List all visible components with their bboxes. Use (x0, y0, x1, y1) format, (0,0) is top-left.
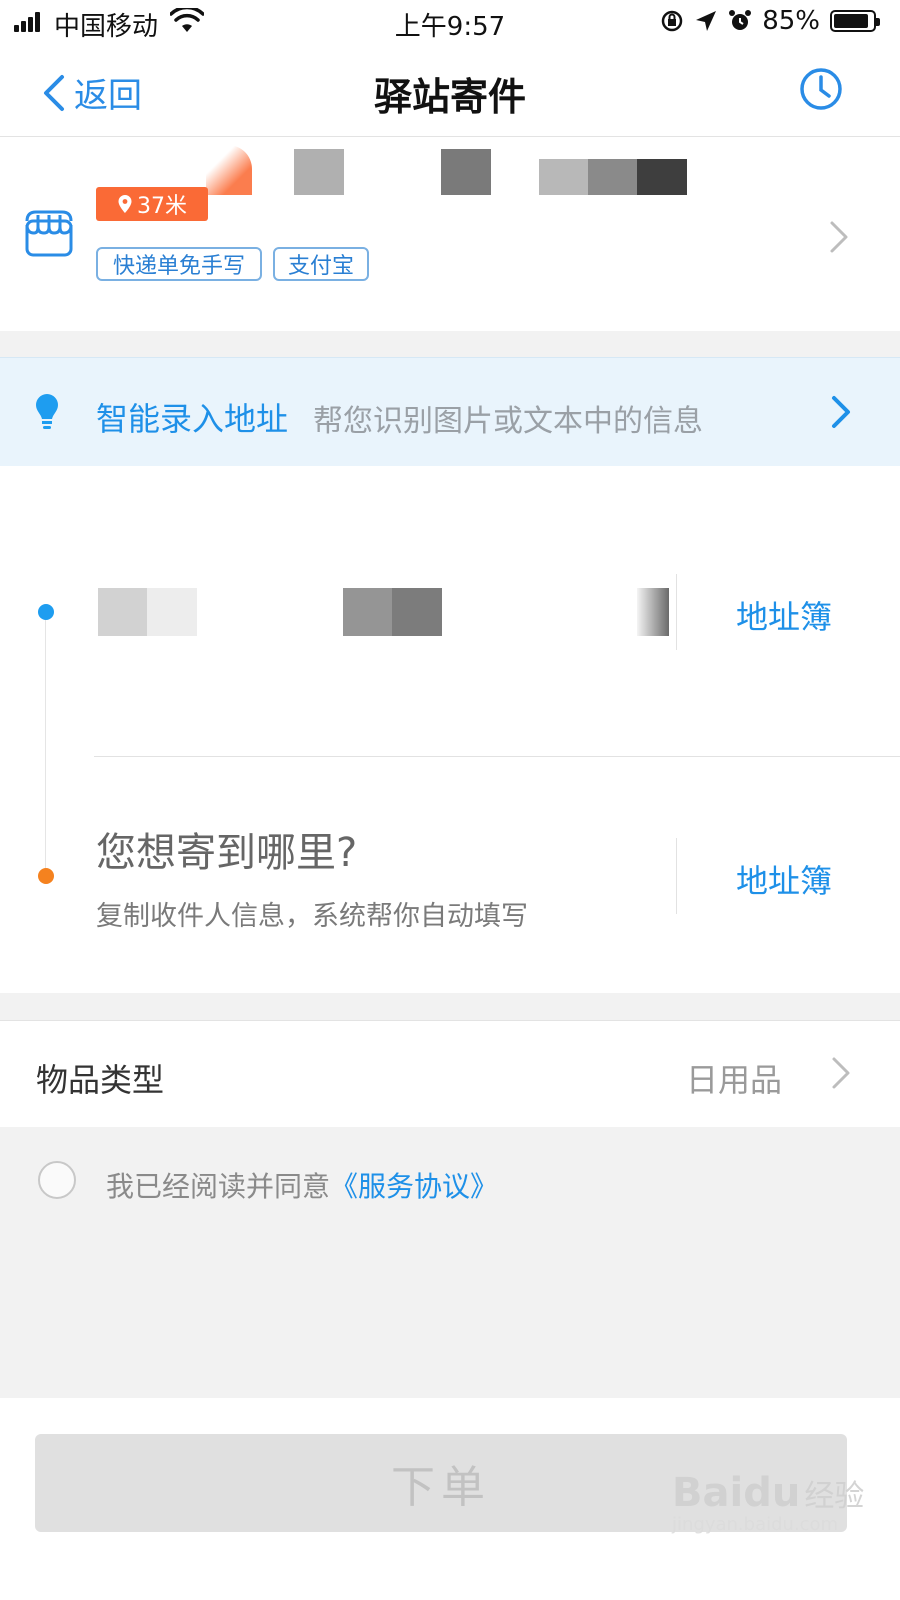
agreement-area: 我已经阅读并同意《服务协议》 (0, 1127, 900, 1398)
section-divider (0, 993, 900, 1020)
battery-percent: 85% (762, 6, 820, 36)
smart-address-input-row[interactable]: 智能录入地址 帮您识别图片或文本中的信息 (0, 357, 900, 467)
chevron-right-icon (832, 1057, 850, 1089)
battery-icon (830, 10, 880, 32)
redacted-block (637, 159, 687, 195)
location-pin-icon (118, 195, 132, 213)
recipient-address-book-button[interactable]: 地址簿 (736, 856, 832, 902)
section-divider (0, 331, 900, 357)
location-arrow-icon (696, 11, 717, 31)
nav-bar: 返回 驿站寄件 (0, 44, 900, 137)
smart-input-label: 智能录入地址 (96, 400, 289, 438)
watermark-suffix: 经验 (804, 1479, 865, 1514)
bottom-bar: 下单 Baidu 经验 jingyan.baidu.com (0, 1398, 900, 1600)
watermark-url: jingyan.baidu.com (672, 1514, 839, 1535)
redacted-station-name (206, 145, 252, 195)
chevron-right-icon (832, 396, 850, 428)
redacted-block (539, 159, 589, 195)
goods-type-label: 物品类型 (36, 1061, 165, 1099)
store-icon (25, 210, 73, 257)
divider-vertical (676, 838, 677, 914)
divider-horizontal (94, 756, 900, 757)
distance-text: 37米 (137, 194, 187, 219)
agreement-text: 我已经阅读并同意《服务协议》 (106, 1165, 498, 1205)
goods-type-value: 日用品 (685, 1061, 782, 1099)
sender-dot (38, 604, 54, 620)
rotation-lock-icon (661, 10, 683, 32)
service-agreement-link[interactable]: 《服务协议》 (330, 1170, 498, 1203)
lightbulb-icon (36, 394, 58, 429)
history-clock-icon[interactable] (798, 66, 844, 112)
redacted-block (392, 588, 442, 636)
recipient-dot (38, 868, 54, 884)
distance-badge: 37米 (96, 187, 208, 221)
smart-input-hint: 帮您识别图片或文本中的信息 (313, 404, 703, 439)
station-card[interactable]: 37米 快递单免手写 支付宝 (0, 137, 900, 331)
alarm-icon (729, 10, 752, 30)
agreement-checkbox[interactable] (38, 1161, 76, 1199)
redacted-block (588, 159, 638, 195)
tag-alipay: 支付宝 (273, 247, 369, 281)
redacted-block (637, 588, 669, 636)
redacted-block (294, 149, 344, 195)
page-title: 驿站寄件 (373, 75, 526, 119)
recipient-prompt-title[interactable]: 您想寄到哪里? (96, 820, 357, 878)
redacted-sender-info (98, 588, 148, 636)
baidu-watermark: Baidu 经验 jingyan.baidu.com (672, 1470, 864, 1535)
recipient-prompt-subtitle[interactable]: 复制收件人信息，系统帮你自动填写 (96, 894, 528, 933)
status-bar: 中国移动 上午9:57 85% (0, 0, 900, 44)
divider-vertical (676, 574, 677, 650)
agreement-label: 我已经阅读并同意 (106, 1170, 331, 1203)
redacted-block (441, 149, 491, 195)
watermark-brand: Baidu (672, 1470, 801, 1516)
tag-no-handwriting: 快递单免手写 (96, 247, 262, 281)
goods-type-row[interactable]: 物品类型 日用品 (0, 1020, 900, 1127)
sender-address-book-button[interactable]: 地址簿 (736, 592, 832, 638)
status-right-group: 85% (660, 6, 880, 36)
chevron-right-icon (830, 221, 848, 253)
address-section: 地址簿 您想寄到哪里? 复制收件人信息，系统帮你自动填写 地址簿 (0, 466, 900, 993)
redacted-block (147, 588, 197, 636)
redacted-block (343, 588, 393, 636)
route-line (45, 620, 46, 868)
